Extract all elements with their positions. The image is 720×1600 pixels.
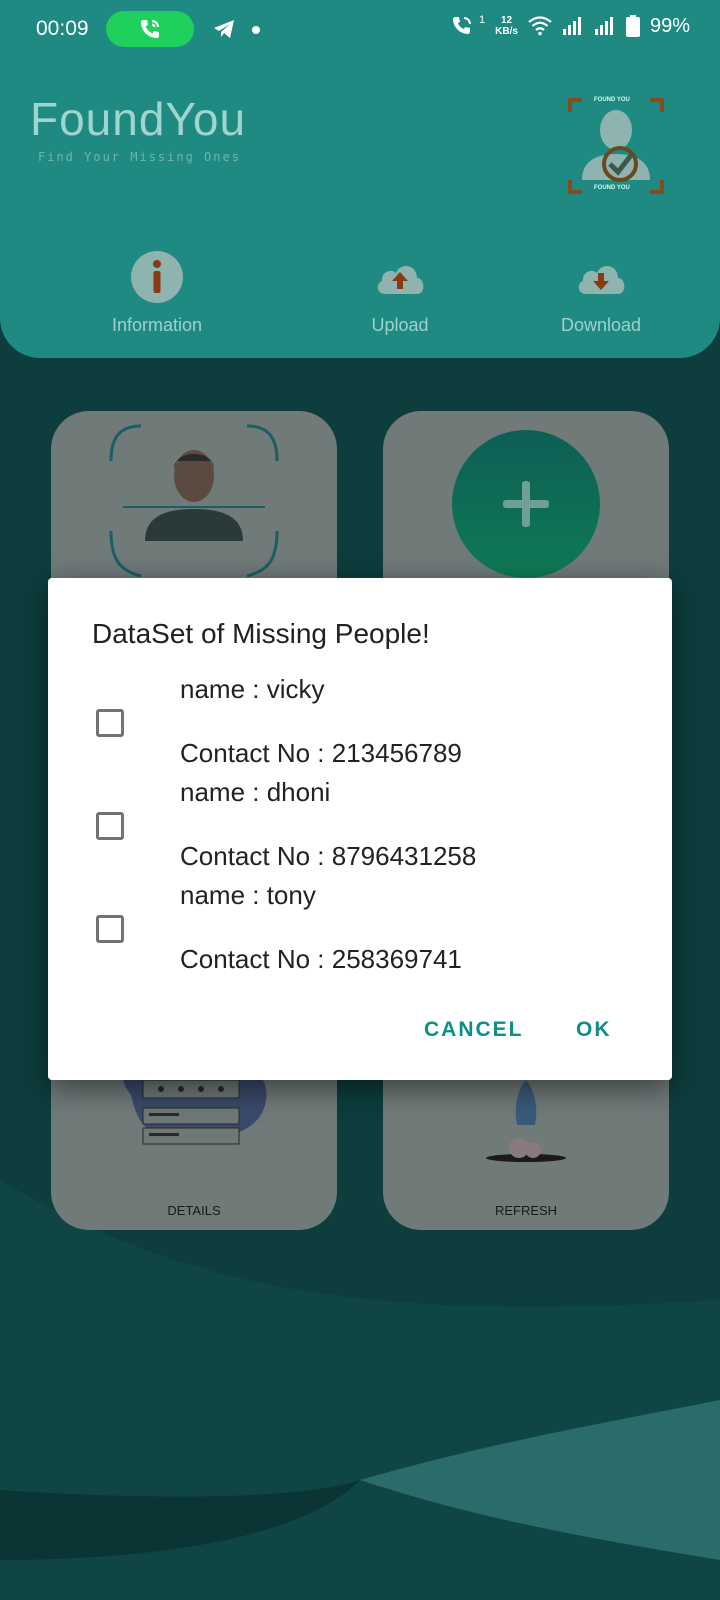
list-item[interactable]: name : dhoni Contact No : 8796431258: [48, 777, 672, 880]
item-contact: Contact No : 258369741: [180, 944, 462, 974]
checkbox-vicky[interactable]: [96, 709, 124, 737]
item-name: name : tony: [180, 880, 316, 910]
item-name: name : dhoni: [180, 777, 331, 807]
list-item[interactable]: name : tony Contact No : 258369741: [48, 880, 672, 983]
checkbox-tony[interactable]: [96, 915, 124, 943]
list-item[interactable]: name : vicky Contact No : 213456789: [48, 674, 672, 777]
cancel-button[interactable]: CANCEL: [424, 1018, 524, 1042]
dialog-title: DataSet of Missing People!: [92, 618, 430, 649]
checkbox-dhoni[interactable]: [96, 812, 124, 840]
item-name: name : vicky: [180, 674, 325, 704]
item-contact: Contact No : 8796431258: [180, 841, 477, 871]
missing-people-dialog: DataSet of Missing People! name : vicky …: [48, 578, 672, 1080]
ok-button[interactable]: OK: [576, 1018, 612, 1042]
item-contact: Contact No : 213456789: [180, 738, 462, 768]
